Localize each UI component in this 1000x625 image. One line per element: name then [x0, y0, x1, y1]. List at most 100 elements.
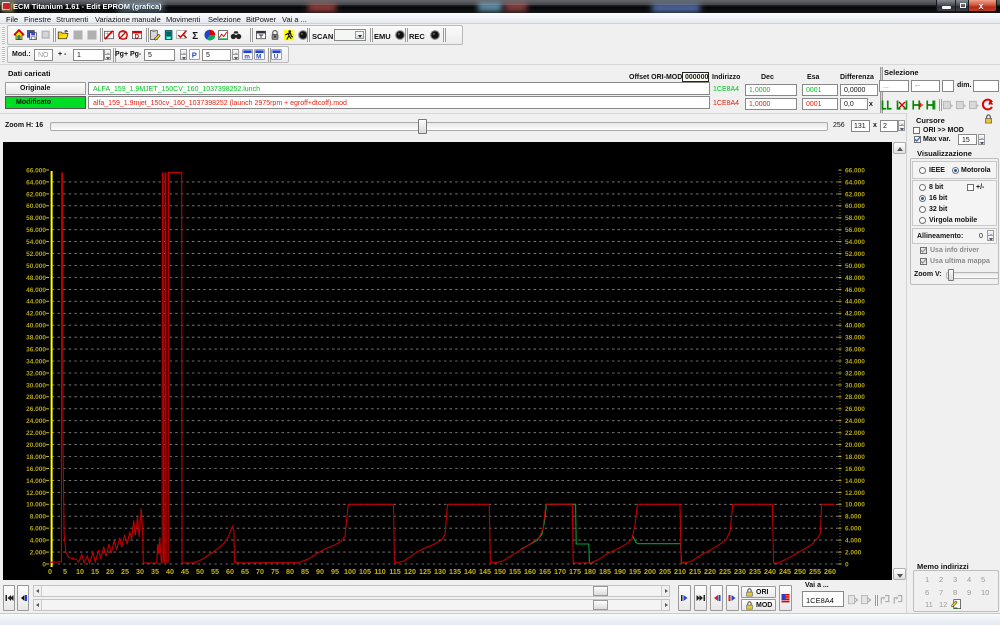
svg-text:58.000: 58.000 — [845, 215, 865, 222]
svg-text:24.000: 24.000 — [845, 418, 865, 425]
svg-text:42.000: 42.000 — [26, 311, 46, 318]
svg-text:50.000: 50.000 — [845, 263, 865, 270]
svg-text:200: 200 — [644, 567, 656, 576]
svg-text:150: 150 — [494, 567, 506, 576]
svg-text:20.000: 20.000 — [845, 442, 865, 449]
svg-text:18.000: 18.000 — [26, 454, 46, 461]
svg-text:120: 120 — [404, 567, 416, 576]
svg-text:22.000: 22.000 — [845, 430, 865, 437]
svg-text:230: 230 — [734, 567, 746, 576]
svg-text:225: 225 — [719, 567, 731, 576]
svg-text:95: 95 — [331, 567, 339, 576]
svg-text:44.000: 44.000 — [845, 299, 865, 306]
svg-text:145: 145 — [479, 567, 491, 576]
svg-text:195: 195 — [629, 567, 641, 576]
svg-text:75: 75 — [271, 567, 279, 576]
svg-text:54.000: 54.000 — [845, 239, 865, 246]
svg-text:220: 220 — [704, 567, 716, 576]
svg-text:85: 85 — [301, 567, 309, 576]
svg-text:52.000: 52.000 — [845, 251, 865, 258]
svg-text:250: 250 — [794, 567, 806, 576]
svg-text:36.000: 36.000 — [26, 347, 46, 354]
svg-text:175: 175 — [569, 567, 581, 576]
svg-text:52.000: 52.000 — [26, 251, 46, 258]
svg-text:35: 35 — [151, 567, 159, 576]
svg-text:30.000: 30.000 — [26, 382, 46, 389]
svg-text:Σ: Σ — [192, 31, 198, 41]
svg-text:66.000: 66.000 — [26, 167, 46, 174]
svg-text:56.000: 56.000 — [26, 227, 46, 234]
svg-text:18.000: 18.000 — [845, 454, 865, 461]
svg-text:2.000: 2.000 — [845, 550, 862, 557]
svg-text:42.000: 42.000 — [845, 311, 865, 318]
svg-text:30: 30 — [136, 567, 144, 576]
svg-text:160: 160 — [524, 567, 536, 576]
svg-text:20.000: 20.000 — [26, 442, 46, 449]
svg-text:8.000: 8.000 — [845, 514, 862, 521]
svg-text:34.000: 34.000 — [845, 358, 865, 365]
svg-text:140: 140 — [464, 567, 476, 576]
svg-text:64.000: 64.000 — [26, 179, 46, 186]
svg-text:0: 0 — [845, 561, 849, 568]
svg-text:46.000: 46.000 — [26, 287, 46, 294]
svg-text:245: 245 — [779, 567, 791, 576]
svg-text:130: 130 — [434, 567, 446, 576]
svg-text:205: 205 — [659, 567, 671, 576]
svg-text:66.000: 66.000 — [845, 167, 865, 174]
svg-text:240: 240 — [764, 567, 776, 576]
svg-text:110: 110 — [374, 567, 386, 576]
svg-text:70: 70 — [256, 567, 264, 576]
svg-text:255: 255 — [809, 567, 821, 576]
svg-text:24.000: 24.000 — [26, 418, 46, 425]
svg-text:60.000: 60.000 — [26, 203, 46, 210]
svg-text:M: M — [256, 53, 261, 60]
svg-text:210: 210 — [674, 567, 686, 576]
svg-text:62.000: 62.000 — [26, 191, 46, 198]
svg-text:105: 105 — [359, 567, 371, 576]
svg-text:90: 90 — [316, 567, 324, 576]
svg-text:0: 0 — [48, 567, 52, 576]
svg-text:22.000: 22.000 — [26, 430, 46, 437]
svg-text:36.000: 36.000 — [845, 347, 865, 354]
svg-text:10.000: 10.000 — [26, 502, 46, 509]
svg-text:28.000: 28.000 — [26, 394, 46, 401]
svg-text:38.000: 38.000 — [845, 335, 865, 342]
svg-text:46.000: 46.000 — [845, 287, 865, 294]
svg-text:260: 260 — [824, 567, 836, 576]
svg-text:32.000: 32.000 — [845, 370, 865, 377]
svg-text:32.000: 32.000 — [26, 370, 46, 377]
svg-text:6.000: 6.000 — [30, 526, 47, 533]
svg-text:m: m — [244, 53, 250, 60]
svg-text:20: 20 — [106, 567, 114, 576]
svg-text:4.000: 4.000 — [845, 538, 862, 545]
svg-text:40: 40 — [166, 567, 174, 576]
svg-text:34.000: 34.000 — [26, 358, 46, 365]
svg-text:215: 215 — [689, 567, 701, 576]
svg-text:135: 135 — [449, 567, 461, 576]
svg-text:28.000: 28.000 — [845, 394, 865, 401]
svg-text:60: 60 — [226, 567, 234, 576]
svg-text:6.000: 6.000 — [845, 526, 862, 533]
svg-text:0: 0 — [42, 561, 46, 568]
svg-text:170: 170 — [554, 567, 566, 576]
svg-text:155: 155 — [509, 567, 521, 576]
svg-text:40.000: 40.000 — [845, 323, 865, 330]
svg-text:8.000: 8.000 — [30, 514, 47, 521]
svg-text:50.000: 50.000 — [26, 263, 46, 270]
svg-text:100: 100 — [344, 567, 356, 576]
svg-text:38.000: 38.000 — [26, 335, 46, 342]
svg-text:10: 10 — [76, 567, 84, 576]
svg-text:185: 185 — [599, 567, 611, 576]
svg-text:180: 180 — [584, 567, 596, 576]
svg-text:14.000: 14.000 — [26, 478, 46, 485]
svg-text:80: 80 — [286, 567, 294, 576]
svg-text:235: 235 — [749, 567, 761, 576]
svg-text:P: P — [192, 51, 197, 60]
svg-text:12.000: 12.000 — [845, 490, 865, 497]
svg-text:D: D — [135, 34, 140, 40]
svg-text:48.000: 48.000 — [26, 275, 46, 282]
svg-text:56.000: 56.000 — [845, 227, 865, 234]
svg-text:26.000: 26.000 — [26, 406, 46, 413]
svg-text:60.000: 60.000 — [845, 203, 865, 210]
svg-text:U: U — [274, 53, 279, 60]
